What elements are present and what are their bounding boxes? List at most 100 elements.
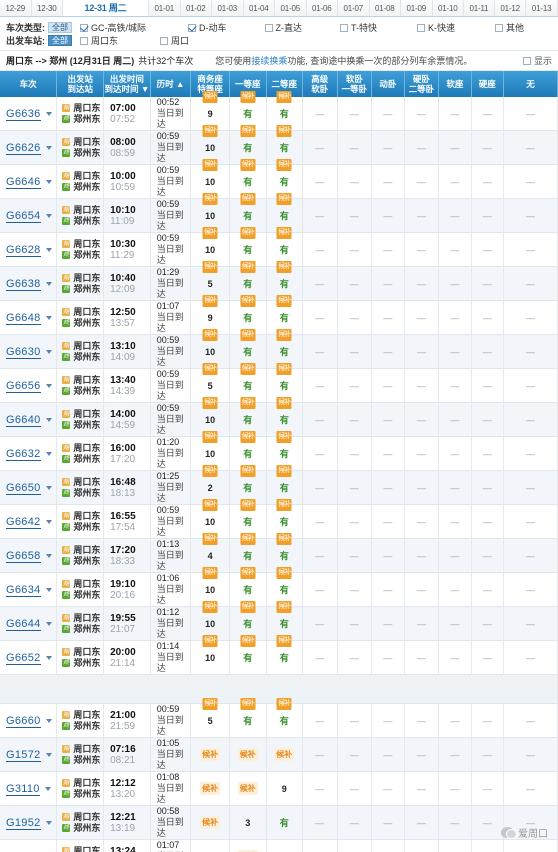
train-type-all-button[interactable]: 全部 [48, 22, 72, 33]
train-code-link[interactable]: G6628 [6, 243, 41, 257]
date-tab-01-04[interactable]: 01-04 [243, 0, 275, 16]
date-tab-01-09[interactable]: 01-09 [401, 0, 433, 16]
train-code-cell[interactable]: G6636 [0, 97, 58, 131]
checkbox-other-box[interactable] [495, 23, 504, 32]
chevron-down-icon[interactable] [45, 719, 52, 724]
table-row[interactable]: G6660 始周口东终郑州东 21:00 21:59 00:59 当日到达 候补 5 候补有候补… [0, 698, 558, 738]
checkbox-gc[interactable]: GC-高铁/城际 [80, 21, 146, 34]
checkbox-d-box[interactable] [188, 23, 196, 32]
chevron-down-icon[interactable] [45, 622, 52, 627]
date-tab-12-30[interactable]: 12-30 [31, 0, 63, 16]
train-code-cell[interactable]: G6630 [0, 334, 58, 369]
train-code-link[interactable]: G6634 [6, 583, 41, 597]
chevron-down-icon[interactable] [45, 520, 52, 525]
train-code-link[interactable]: G6644 [6, 617, 41, 631]
table-row[interactable]: G1572 始周口东终郑州东 07:16 08:21 01:05 当日到达 候补 候补 候补 — —… [0, 737, 558, 772]
table-row[interactable]: G3110 始周口东终郑州东 12:12 13:20 01:08 当日到达 候补 候补 9— — —… [0, 771, 558, 806]
train-code-link[interactable]: G6656 [6, 379, 41, 393]
chevron-down-icon[interactable] [45, 350, 52, 355]
date-tab-01-05[interactable]: 01-05 [275, 0, 307, 16]
checkbox-d[interactable]: D-动车 [188, 21, 227, 34]
train-code-cell[interactable]: G6652 [0, 640, 58, 675]
train-code-link[interactable]: G1572 [6, 748, 41, 762]
checkbox-gc-box[interactable] [80, 23, 88, 32]
date-tab-bar[interactable]: 12-29 12-30 12-31 周二 01-01 01-02 01-03 01-04 01… [0, 0, 558, 17]
chevron-down-icon[interactable] [45, 316, 52, 321]
checkbox-t-box[interactable] [340, 23, 348, 32]
display-option-checkbox[interactable] [522, 56, 531, 65]
chevron-down-icon[interactable] [45, 452, 52, 457]
train-code-cell[interactable]: G6644 [0, 606, 58, 641]
date-tab-12-31[interactable]: 12-31 周二 [63, 0, 149, 16]
chevron-down-icon[interactable] [45, 384, 52, 389]
date-tab-01-13[interactable]: 01-13 [526, 0, 558, 16]
train-code-link[interactable]: G6660 [6, 714, 41, 728]
checkbox-station-zhoukoudong[interactable]: 周口东 [80, 34, 118, 47]
train-code-cell[interactable]: G6656 [0, 368, 58, 403]
checkbox-station-zhoukou[interactable]: 周口 [160, 34, 189, 47]
train-code-link[interactable]: G6654 [6, 209, 41, 223]
train-code-cell[interactable]: G6660 [0, 703, 58, 738]
train-code-cell[interactable]: G6646 [0, 164, 58, 199]
station-all-button[interactable]: 全部 [48, 35, 72, 46]
chevron-down-icon[interactable] [45, 418, 52, 423]
train-code-link[interactable]: G6638 [6, 277, 41, 291]
table-row[interactable]: G6652 始周口东终郑州东 20:00 21:14 01:14 当日到达 候补 10 候补有候… [0, 635, 558, 675]
checkbox-k[interactable]: K-快速 [417, 21, 455, 34]
checkbox-station-zhoukoudong-box[interactable] [80, 36, 88, 45]
chevron-down-icon[interactable] [45, 112, 52, 117]
train-code-link[interactable]: G6642 [6, 515, 41, 529]
date-tab-01-12[interactable]: 01-12 [494, 0, 527, 16]
chevron-down-icon[interactable] [45, 753, 52, 758]
train-code-link[interactable]: G6632 [6, 447, 41, 461]
train-code-link[interactable]: G6652 [6, 651, 41, 665]
train-code-cell[interactable]: G1952 [0, 805, 58, 840]
train-code-cell[interactable]: G6654 [0, 198, 58, 233]
date-tab-01-08[interactable]: 01-08 [369, 0, 401, 16]
chevron-down-icon[interactable] [45, 248, 52, 253]
date-tab-01-03[interactable]: 01-03 [212, 0, 244, 16]
train-code-cell[interactable]: G6638 [0, 266, 58, 301]
train-code-cell[interactable]: G6648 [0, 300, 58, 335]
display-option[interactable]: 显示 [522, 54, 552, 67]
date-tab-01-06[interactable]: 01-06 [306, 0, 338, 16]
date-tab-01-01[interactable]: 01-01 [149, 0, 181, 16]
date-tab-12-29[interactable]: 12-29 [0, 0, 32, 16]
date-tab-01-07[interactable]: 01-07 [338, 0, 370, 16]
chevron-down-icon[interactable] [45, 656, 52, 661]
train-code-link[interactable]: G6636 [6, 107, 41, 121]
date-tab-01-11[interactable]: 01-11 [464, 0, 495, 16]
train-code-cell[interactable]: G6634 [0, 572, 58, 607]
train-code-cell[interactable]: G6626 [0, 130, 58, 165]
transfer-link[interactable]: 接续换乘 [251, 56, 287, 66]
chevron-down-icon[interactable] [45, 282, 52, 287]
checkbox-z[interactable]: Z-直达 [264, 21, 302, 34]
train-code-cell[interactable]: G6640 [0, 402, 58, 437]
date-tab-01-02[interactable]: 01-02 [180, 0, 212, 16]
train-code-link[interactable]: G6626 [6, 141, 41, 155]
checkbox-t[interactable]: T-特快 [340, 21, 377, 34]
column-header-3[interactable]: 历时 ▲ [150, 71, 192, 97]
table-row[interactable]: G1952 始周口东终郑州东 12:21 13:19 00:58 当日到达 候补 3 有 — — — —… [0, 805, 558, 840]
train-code-link[interactable]: G6640 [6, 413, 41, 427]
train-code-link[interactable]: G3110 [6, 782, 40, 796]
chevron-down-icon[interactable] [44, 787, 51, 792]
chevron-down-icon[interactable] [45, 588, 52, 593]
chevron-down-icon[interactable] [45, 214, 52, 219]
train-code-cell[interactable]: G6658 [0, 538, 58, 573]
date-tab-01-10[interactable]: 01-10 [432, 0, 464, 16]
train-code-cell[interactable]: G3122 [0, 839, 58, 852]
chevron-down-icon[interactable] [45, 486, 52, 491]
train-code-cell[interactable]: G1572 [0, 737, 58, 772]
checkbox-z-box[interactable] [264, 23, 273, 32]
train-code-cell[interactable]: G6628 [0, 232, 58, 267]
train-code-link[interactable]: G1952 [6, 816, 41, 830]
checkbox-station-zhoukou-box[interactable] [160, 36, 169, 45]
checkbox-other[interactable]: 其他 [495, 21, 524, 34]
chevron-down-icon[interactable] [45, 146, 52, 151]
train-code-link[interactable]: G6630 [6, 345, 41, 359]
train-code-cell[interactable]: G6642 [0, 504, 58, 539]
train-code-link[interactable]: G6648 [6, 311, 41, 325]
checkbox-k-box[interactable] [417, 23, 425, 32]
table-row[interactable]: G3122始周口东终郑州东13:2414:3101:07当日到达4候补有————… [0, 839, 558, 852]
